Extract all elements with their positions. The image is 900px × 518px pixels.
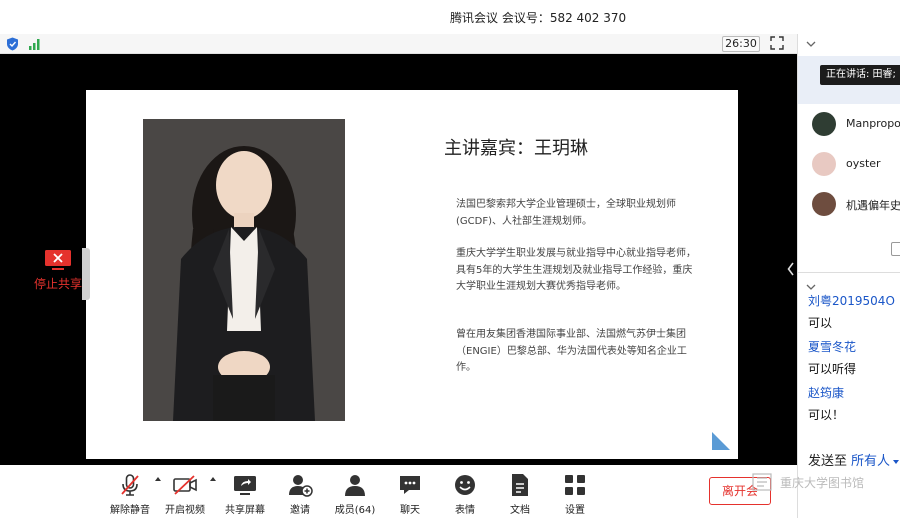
stop-share-label: 停止共享 [33, 277, 82, 291]
title-bar: 腾讯会议 会议号：582 402 370 [0, 0, 900, 34]
send-to-selector[interactable]: 发送至 所有人 [808, 450, 900, 469]
mic-muted-icon [121, 474, 139, 496]
presentation-slide: 主讲嘉宾：王玥琳 法国巴黎索邦大学企业管理硕士，全球职业规划师(GCDF)、人社… [86, 90, 738, 459]
members-button[interactable]: 成员(64) [327, 472, 383, 516]
member-row[interactable]: 机遇偏年史的 [812, 192, 900, 218]
app-grid-icon [565, 475, 585, 495]
shield-icon[interactable] [6, 37, 19, 51]
window-title: 腾讯会议 会议号：582 402 370 [450, 11, 627, 25]
invite-button[interactable]: 邀请 [272, 472, 328, 516]
chat-message: 可以！ [808, 408, 845, 422]
side-drawer-handle[interactable] [82, 248, 90, 300]
member-row[interactable]: Manpropose [812, 112, 900, 138]
start-video-label: 开启视频 [165, 505, 205, 516]
docs-label: 文档 [510, 505, 530, 516]
avatar [812, 112, 836, 136]
chat-label: 聊天 [400, 505, 420, 516]
chevron-down-icon[interactable] [806, 283, 816, 291]
members-label: 成员(64) [334, 505, 376, 516]
meeting-status-bar: 26:30 [0, 34, 797, 54]
caret-down-icon [893, 459, 900, 464]
slide-paragraph-2: 重庆大学学生职业发展与就业指导中心就业指导老师，具有5年的大学生生涯规划及就业指… [456, 248, 696, 292]
library-watermark: 重庆大学图书馆 [752, 472, 900, 494]
unmute-button[interactable]: 解除静音 [102, 472, 158, 516]
slide-paragraph-1: 法国巴黎索邦大学企业管理硕士，全球职业规划师(GCDF)、人社部生涯规划师。 [456, 199, 676, 227]
settings-button[interactable]: 设置 [547, 472, 603, 516]
library-logo-icon [752, 473, 772, 491]
meeting-toolbar: 解除静音 开启视频 共享屏幕 邀请 成员(64) 聊天 表情 文档 设置 离开会 [0, 465, 797, 518]
member-name: oyster [846, 157, 881, 170]
chat-sender: 赵筠康 [808, 386, 845, 400]
slide-corner-triangle-icon [712, 432, 730, 450]
share-screen-icon [234, 476, 256, 495]
chat-sender: 刘粤2019504O [808, 294, 895, 308]
avatar [812, 192, 836, 216]
meeting-timer: 26:30 [722, 36, 760, 52]
chat-message: 可以 [808, 316, 833, 330]
chat-sender: 夏雪冬花 [808, 340, 857, 354]
invite-label: 邀请 [290, 505, 310, 516]
member-name: Manpropose [846, 117, 900, 130]
chat-button[interactable]: 聊天 [382, 472, 438, 516]
send-to-target: 所有人 [851, 454, 891, 469]
member-row[interactable]: oyster [812, 152, 900, 178]
avatar [812, 152, 836, 176]
document-icon [512, 474, 528, 496]
slide-paragraph-3: 曾在用友集团香港国际事业部、法国燃气苏伊士集团（ENGIE）巴黎总部、华为法国代… [456, 329, 687, 373]
chat-bubble-icon [400, 476, 420, 494]
share-screen-button[interactable]: 共享屏幕 [217, 472, 273, 516]
send-to-label: 发送至 [808, 454, 848, 469]
members-chat-panel: 正在讲话: 田睿; Manpropose oyster 机遇偏年史的 刘粤201… [797, 34, 900, 518]
speaking-tooltip: 正在讲话: 田睿; [820, 65, 900, 85]
active-speaker-row: 正在讲话: 田睿; [798, 56, 900, 104]
reactions-label: 表情 [455, 505, 475, 516]
screen-stop-icon [45, 250, 71, 270]
chat-message: 可以听得 [808, 362, 857, 376]
shared-screen-stage: 主讲嘉宾：王玥琳 法国巴黎索邦大学企业管理硕士，全球职业规划师(GCDF)、人社… [0, 54, 797, 465]
slide-title: 主讲嘉宾：王玥琳 [444, 138, 588, 159]
fullscreen-icon[interactable] [770, 36, 784, 50]
stop-share-button[interactable]: 停止共享 [28, 249, 88, 299]
add-user-icon [289, 475, 313, 497]
video-options-caret[interactable] [210, 477, 216, 481]
members-icon [345, 475, 365, 496]
start-video-button[interactable]: 开启视频 [157, 472, 213, 516]
chevron-left-icon[interactable] [787, 262, 795, 276]
chevron-down-icon[interactable] [806, 40, 816, 48]
signal-icon[interactable] [28, 37, 42, 50]
reactions-button[interactable]: 表情 [437, 472, 493, 516]
member-checkbox[interactable] [891, 242, 900, 256]
camera-off-icon [173, 475, 197, 495]
member-name: 机遇偏年史的 [846, 199, 900, 212]
unmute-label: 解除静音 [110, 505, 150, 516]
watermark-text: 重庆大学图书馆 [780, 476, 865, 490]
speaker-photo [143, 119, 345, 421]
settings-label: 设置 [565, 505, 585, 516]
smiley-icon [455, 475, 475, 495]
share-screen-label: 共享屏幕 [225, 505, 265, 516]
panel-divider [798, 272, 900, 273]
docs-button[interactable]: 文档 [492, 472, 548, 516]
